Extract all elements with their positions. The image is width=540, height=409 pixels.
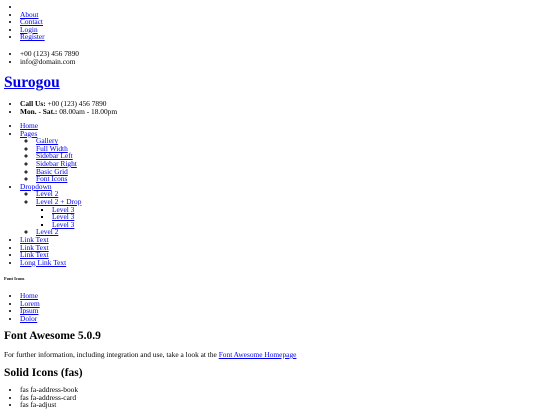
solid-icons-heading: Solid Icons (fas) [4,367,83,379]
page-title: Font Icons [4,276,25,281]
solid-icons-list: fas fa-address-book fas fa-address-card … [4,386,78,409]
breadcrumb: Home Lorem Ipsum Dolor [4,292,40,322]
breadcrumb-dolor-link[interactable]: Dolor [20,314,37,323]
register-link[interactable]: Register [20,32,45,41]
nav-item: Long Link Text [20,258,81,267]
header-info-list: Call Us: +00 (123) 456 7890 Mon. - Sat.:… [4,100,117,115]
dropdown-submenu: Level 2 Level 2 + Drop Level 3 Level 3 L… [20,190,81,236]
contact-email: info@domain.com [20,57,79,66]
breadcrumb-item: Dolor [20,314,40,323]
description-text: For further information, including integ… [4,350,219,359]
opening-hours-label: Mon. - Sat.: [20,106,58,116]
opening-hours-item: Mon. - Sat.: 08.00am - 18.00pm [20,106,118,116]
level3-submenu: Level 3 Level 3 Level 3 [36,205,81,229]
font-awesome-description: For further information, including integ… [4,351,296,359]
site-logo-heading: Surogou [4,74,60,92]
nav-pages-link[interactable]: Pages [20,129,37,138]
contact-list: +00 (123) 456 7890 info@domain.com [4,50,79,65]
site-logo-link[interactable]: Surogou [4,74,60,91]
nav-item: Pages Gallery Full Width Sidebar Left Si… [20,129,81,183]
top-links-list: About Contact Login Register [4,3,45,41]
top-link-item: Register [20,33,45,41]
opening-hours-value: 08.00am - 18.00pm [57,106,118,116]
nav-item: Dropdown Level 2 Level 2 + Drop Level 3 … [20,182,81,236]
nav-long-link-text[interactable]: Long Link Text [20,258,66,267]
font-awesome-homepage-link[interactable]: Font Awesome Homepage [219,350,297,359]
submenu-item: Level 2 + Drop Level 3 Level 3 Level 3 [36,198,81,228]
font-awesome-heading: Font Awesome 5.0.9 [4,330,101,342]
main-nav: Home Pages Gallery Full Width Sidebar Le… [4,122,81,266]
pages-submenu: Gallery Full Width Sidebar Left Sidebar … [20,137,81,183]
